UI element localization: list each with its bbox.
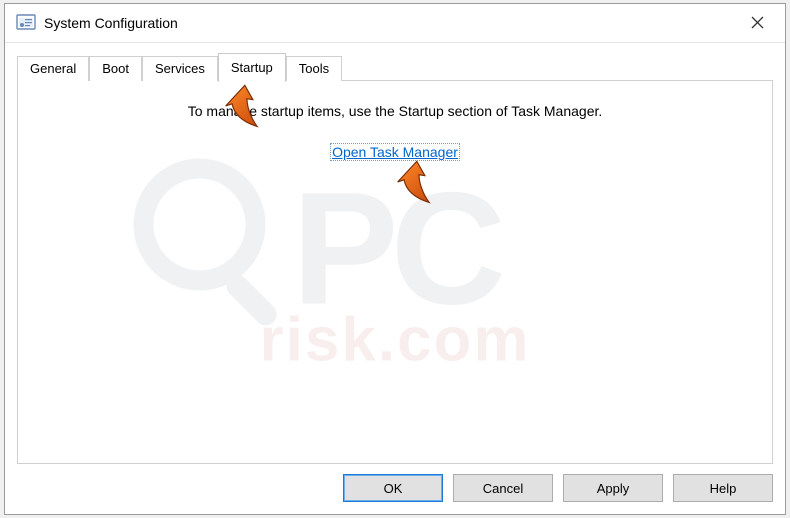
system-configuration-window: System Configuration General Boot Servic… [4, 3, 786, 515]
tabstrip: General Boot Services Startup Tools [17, 53, 773, 80]
open-task-manager-link[interactable]: Open Task Manager [330, 143, 460, 161]
tab-startup[interactable]: Startup [218, 53, 286, 82]
startup-message: To manage startup items, use the Startup… [42, 103, 748, 119]
ok-button[interactable]: OK [343, 474, 443, 502]
close-icon [751, 16, 764, 29]
tab-tools[interactable]: Tools [286, 56, 342, 81]
button-row: OK Cancel Apply Help [17, 464, 773, 502]
window-title: System Configuration [44, 15, 178, 31]
watermark: PC risk.com [259, 184, 530, 375]
apply-button[interactable]: Apply [563, 474, 663, 502]
cancel-button[interactable]: Cancel [453, 474, 553, 502]
dialog-body: General Boot Services Startup Tools PC r… [5, 43, 785, 514]
startup-tabpanel: PC risk.com To manage startup items, use… [17, 80, 773, 464]
tab-services[interactable]: Services [142, 56, 218, 81]
tab-general[interactable]: General [17, 56, 89, 81]
titlebar: System Configuration [5, 4, 785, 43]
app-icon [15, 12, 37, 34]
tab-boot[interactable]: Boot [89, 56, 142, 81]
close-button[interactable] [729, 4, 785, 40]
help-button[interactable]: Help [673, 474, 773, 502]
